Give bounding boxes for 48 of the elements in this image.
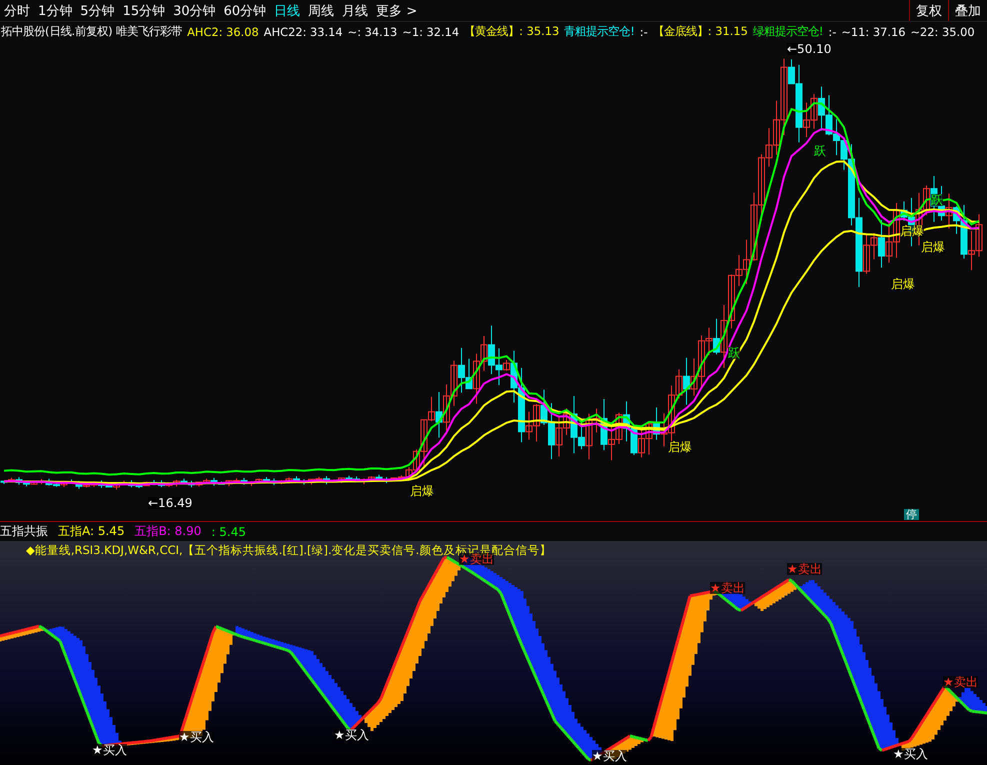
indicator-value: 拓中股份(日线.前复权) 唯美飞行彩带 xyxy=(1,24,182,39)
signal-label: ★买入 xyxy=(592,750,627,762)
indicator-value: 【金底线】: 31.15 xyxy=(652,24,748,39)
indicator-value: :- xyxy=(828,24,836,38)
chart-label: 跃 xyxy=(728,347,740,359)
timeframe-tab[interactable]: 更多 > xyxy=(372,0,422,21)
indicator-value: AHC22: 33.14 xyxy=(264,24,343,38)
chart-label: 启爆 xyxy=(668,441,692,453)
stop-marker: 停 xyxy=(904,509,919,520)
signal-label: ★买入 xyxy=(893,748,928,760)
indicator-value: 绿粗提示空仓! xyxy=(752,24,824,39)
toolbar-button[interactable]: 复权 xyxy=(909,0,948,21)
signal-label: ★卖出 xyxy=(943,676,978,688)
indicator-value: ~: 34.13 xyxy=(348,24,398,38)
timeframe-tab[interactable]: 5分钟 xyxy=(76,0,119,21)
timeframe-tab[interactable]: 15分钟 xyxy=(118,0,170,21)
timeframe-tab[interactable]: 60分钟 xyxy=(220,0,270,21)
indicator-value: ~11: 37.16 xyxy=(841,24,906,38)
chart-label: 启爆 xyxy=(900,225,924,237)
timeframe-tab[interactable]: 分时 xyxy=(0,0,34,21)
signal-label: ★卖出 xyxy=(787,563,822,575)
signal-label: ★买入 xyxy=(92,744,127,756)
chart-label: ←16.49 xyxy=(148,497,192,509)
indicator-value: ~22: 35.00 xyxy=(910,24,975,38)
chart-label: 跃 xyxy=(814,145,826,157)
indicator-value: ~1: 32.14 xyxy=(402,24,460,38)
indicator-value: 青粗提示空仓! xyxy=(564,24,635,39)
timeframe-tab[interactable]: 日线 xyxy=(270,0,304,21)
toolbar-button[interactable]: 叠加 xyxy=(948,0,987,21)
timeframe-tab[interactable]: 1分钟 xyxy=(34,0,76,21)
chart-label: ←50.10 xyxy=(787,43,832,55)
signal-label: ★卖出 xyxy=(710,582,745,594)
indicator-title: 五指共振 xyxy=(0,523,48,540)
indicator-value: : 5.45 xyxy=(211,524,246,538)
indicator-value: AHC2: 36.08 xyxy=(187,24,259,38)
timeframe-tab[interactable]: 30分钟 xyxy=(169,0,220,21)
signal-label: ★买入 xyxy=(334,729,369,741)
chart-label: 启爆 xyxy=(891,278,915,290)
indicator-value: 【黄金线】: 35.13 xyxy=(464,24,560,39)
indicator-value: 五指B: 8.90 xyxy=(134,523,202,540)
indicator-value: :- xyxy=(640,24,648,38)
chart-label: 启爆 xyxy=(410,485,434,497)
timeframe-tab[interactable]: 周线 xyxy=(304,0,338,21)
signal-label: ★买入 xyxy=(179,731,214,743)
chart-label: 跃 xyxy=(931,194,943,206)
timeframe-tab[interactable]: 月线 xyxy=(338,0,372,21)
chart-label: 启爆 xyxy=(921,241,945,253)
indicator-value: 五指A: 5.45 xyxy=(58,523,125,540)
